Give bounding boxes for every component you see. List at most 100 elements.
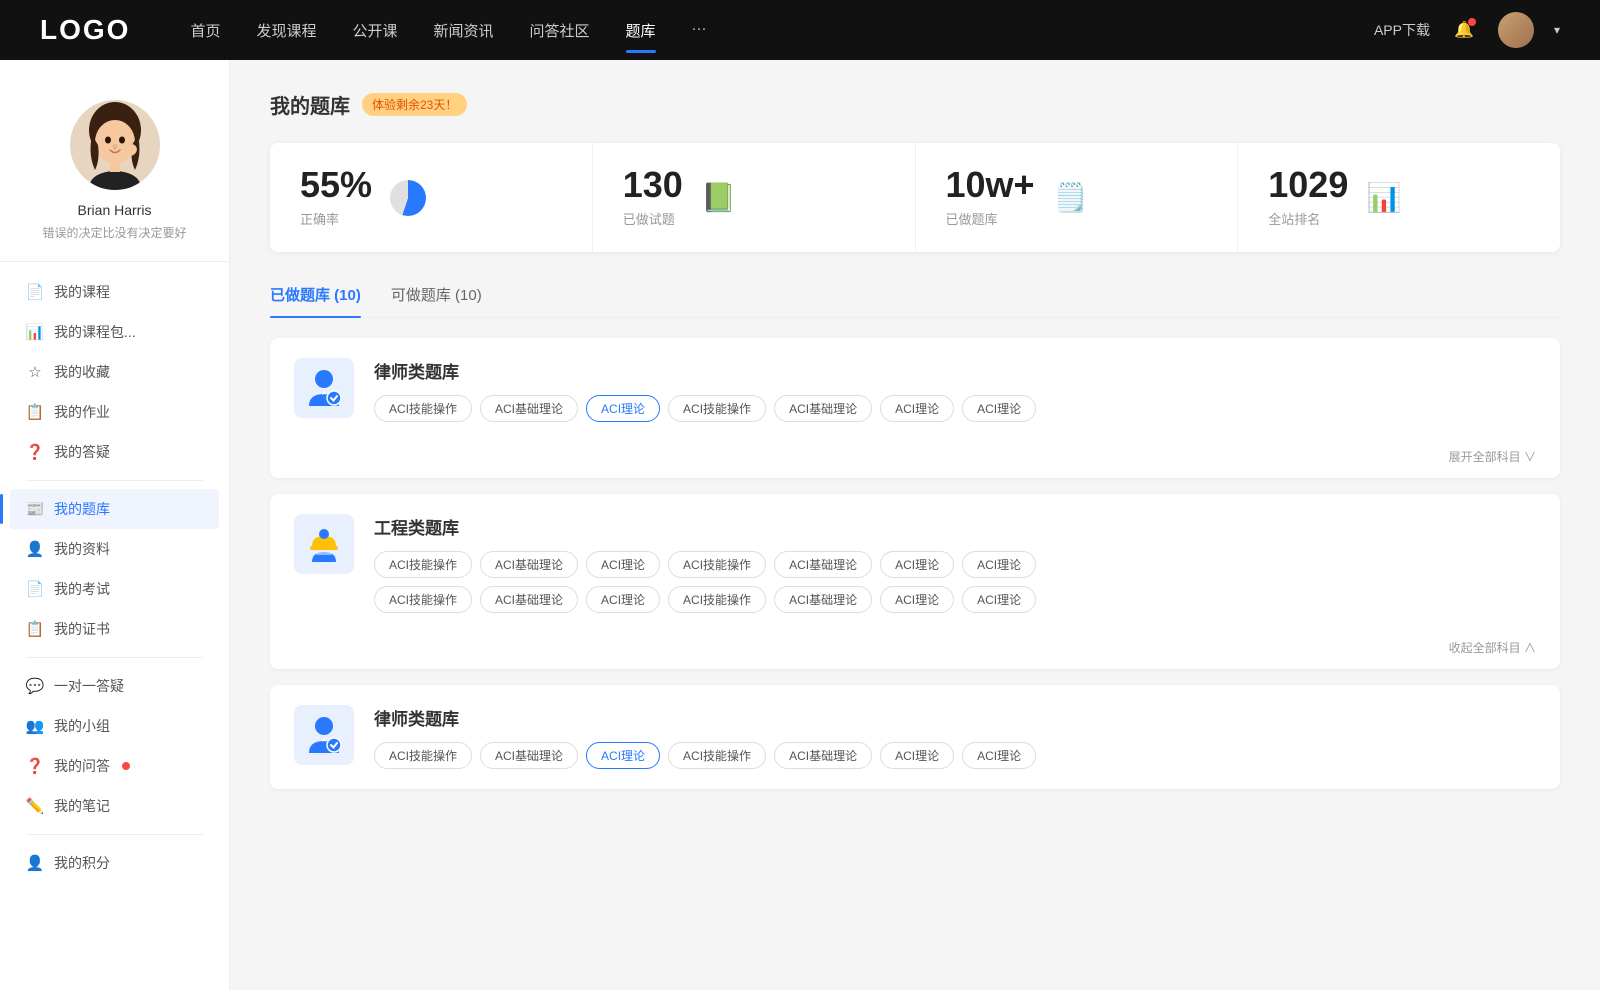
stat-banks-label: 已做题库 [946, 209, 1035, 228]
unread-dot [122, 762, 130, 770]
page-header: 我的题库 体验剩余23天！ [270, 90, 1560, 119]
sidebar-item-label: 我的证书 [54, 619, 110, 639]
tag-6[interactable]: ACI理论 [962, 395, 1036, 422]
sidebar-item-exam[interactable]: 📄 我的考试 [10, 569, 219, 609]
group-icon: 👥 [26, 717, 44, 735]
stat-accuracy-text: 55% 正确率 [300, 167, 372, 228]
points-icon: 👤 [26, 854, 44, 872]
sidebar-item-course-package[interactable]: 📊 我的课程包... [10, 312, 219, 352]
tag-1[interactable]: ACI基础理论 [480, 395, 578, 422]
l2-tag-6[interactable]: ACI理论 [962, 742, 1036, 769]
notification-dot [1468, 18, 1476, 26]
eng-tag-r2-2[interactable]: ACI理论 [586, 586, 660, 613]
tab-done-banks[interactable]: 已做题库 (10) [270, 276, 361, 317]
question-icon: ❓ [26, 443, 44, 461]
sidebar-item-certificate[interactable]: 📋 我的证书 [10, 609, 219, 649]
l2-tag-0[interactable]: ACI技能操作 [374, 742, 472, 769]
nav-qa[interactable]: 问答社区 [530, 16, 590, 45]
sidebar-item-notes[interactable]: ✏️ 我的笔记 [10, 786, 219, 826]
menu-divider-3 [26, 834, 203, 835]
stat-done-text: 130 已做试题 [623, 167, 683, 228]
eng-tag-0[interactable]: ACI技能操作 [374, 551, 472, 578]
bank-section-lawyer-2-content: 律师类题库 ACI技能操作 ACI基础理论 ACI理论 ACI技能操作 ACI基… [270, 685, 1560, 789]
menu-divider-2 [26, 657, 203, 658]
bank-header-engineer: 工程类题库 ACI技能操作 ACI基础理论 ACI理论 ACI技能操作 ACI基… [294, 514, 1536, 613]
nav-open-course[interactable]: 公开课 [352, 16, 397, 45]
tag-0[interactable]: ACI技能操作 [374, 395, 472, 422]
bank-title-lawyer-2: 律师类题库 [374, 705, 1536, 730]
stat-rank-text: 1029 全站排名 [1268, 167, 1348, 228]
eng-tag-r2-3[interactable]: ACI技能操作 [668, 586, 766, 613]
eng-tag-2[interactable]: ACI理论 [586, 551, 660, 578]
logo[interactable]: LOGO [40, 14, 130, 46]
sidebar-item-questions[interactable]: ❓ 我的答疑 [10, 432, 219, 472]
sidebar: Brian Harris 错误的决定比没有决定要好 📄 我的课程 📊 我的课程包… [0, 60, 230, 990]
nav-question-bank[interactable]: 题库 [626, 16, 656, 45]
eng-tag-r2-1[interactable]: ACI基础理论 [480, 586, 578, 613]
accuracy-chart-icon [388, 178, 428, 218]
l2-tag-2-active[interactable]: ACI理论 [586, 742, 660, 769]
sidebar-item-homework[interactable]: 📋 我的作业 [10, 392, 219, 432]
sidebar-item-label: 我的笔记 [54, 796, 110, 816]
bank-info-lawyer-1: 律师类题库 ACI技能操作 ACI基础理论 ACI理论 ACI技能操作 ACI基… [374, 358, 1536, 422]
bank-info-lawyer-2: 律师类题库 ACI技能操作 ACI基础理论 ACI理论 ACI技能操作 ACI基… [374, 705, 1536, 769]
sidebar-profile: Brian Harris 错误的决定比没有决定要好 [0, 90, 229, 262]
app-download-button[interactable]: APP下载 [1374, 20, 1430, 40]
tag-3[interactable]: ACI技能操作 [668, 395, 766, 422]
eng-tag-r2-0[interactable]: ACI技能操作 [374, 586, 472, 613]
nav-more[interactable]: ··· [692, 16, 707, 45]
bank-icon: 📰 [26, 500, 44, 518]
eng-tag-6[interactable]: ACI理论 [962, 551, 1036, 578]
sidebar-item-label: 我的积分 [54, 853, 110, 873]
l2-tag-1[interactable]: ACI基础理论 [480, 742, 578, 769]
eng-tag-4[interactable]: ACI基础理论 [774, 551, 872, 578]
sidebar-item-favorites[interactable]: ☆ 我的收藏 [10, 352, 219, 392]
stat-done-questions: 130 已做试题 📗 [593, 143, 916, 252]
homework-icon: 📋 [26, 403, 44, 421]
stat-rank-label: 全站排名 [1268, 209, 1348, 228]
tab-available-banks[interactable]: 可做题库 (10) [391, 276, 482, 317]
eng-tag-r2-5[interactable]: ACI理论 [880, 586, 954, 613]
sidebar-item-my-course[interactable]: 📄 我的课程 [10, 272, 219, 312]
eng-tag-1[interactable]: ACI基础理论 [480, 551, 578, 578]
stat-accuracy-label: 正确率 [300, 209, 372, 228]
stat-ranking: 1029 全站排名 📊 [1238, 143, 1560, 252]
notification-bell[interactable]: 🔔 [1450, 16, 1478, 44]
tag-5[interactable]: ACI理论 [880, 395, 954, 422]
collapse-button-engineer[interactable]: 收起全部科目 ∧ [1449, 641, 1536, 655]
eng-tag-r2-6[interactable]: ACI理论 [962, 586, 1036, 613]
sidebar-item-my-qa[interactable]: ❓ 我的问答 [10, 746, 219, 786]
qa-icon: ❓ [26, 757, 44, 775]
star-icon: ☆ [26, 363, 44, 381]
sidebar-item-points[interactable]: 👤 我的积分 [10, 843, 219, 883]
avatar-illustration [70, 100, 160, 190]
l2-tag-4[interactable]: ACI基础理论 [774, 742, 872, 769]
tag-4[interactable]: ACI基础理论 [774, 395, 872, 422]
stat-done-banks: 10w+ 已做题库 🗒️ [916, 143, 1239, 252]
eng-tag-r2-4[interactable]: ACI基础理论 [774, 586, 872, 613]
expand-button-lawyer-1[interactable]: 展开全部科目 ∨ [1449, 450, 1536, 464]
l2-tag-3[interactable]: ACI技能操作 [668, 742, 766, 769]
nav-discover[interactable]: 发现课程 [256, 16, 316, 45]
l2-tag-5[interactable]: ACI理论 [880, 742, 954, 769]
eng-tag-3[interactable]: ACI技能操作 [668, 551, 766, 578]
user-avatar[interactable] [1498, 12, 1534, 48]
book-green-icon: 📗 [699, 178, 739, 218]
lawyer-icon-2 [304, 715, 344, 755]
profile-avatar[interactable] [70, 100, 160, 190]
nav-news[interactable]: 新闻资讯 [434, 16, 494, 45]
profile-name: Brian Harris [78, 202, 152, 218]
user-menu-chevron[interactable]: ▾ [1554, 23, 1560, 37]
eng-tag-5[interactable]: ACI理论 [880, 551, 954, 578]
stat-done-label: 已做试题 [623, 209, 683, 228]
notes-icon: ✏️ [26, 797, 44, 815]
nav-home[interactable]: 首页 [190, 16, 220, 45]
bank-tags-lawyer-2: ACI技能操作 ACI基础理论 ACI理论 ACI技能操作 ACI基础理论 AC… [374, 742, 1536, 769]
sidebar-item-one-on-one[interactable]: 💬 一对一答疑 [10, 666, 219, 706]
sidebar-item-profile[interactable]: 👤 我的资料 [10, 529, 219, 569]
tag-2-active[interactable]: ACI理论 [586, 395, 660, 422]
sidebar-item-question-bank[interactable]: 📰 我的题库 [10, 489, 219, 529]
sidebar-item-label: 我的作业 [54, 402, 110, 422]
bank-footer-lawyer-1: 展开全部科目 ∨ [270, 442, 1560, 478]
sidebar-item-group[interactable]: 👥 我的小组 [10, 706, 219, 746]
